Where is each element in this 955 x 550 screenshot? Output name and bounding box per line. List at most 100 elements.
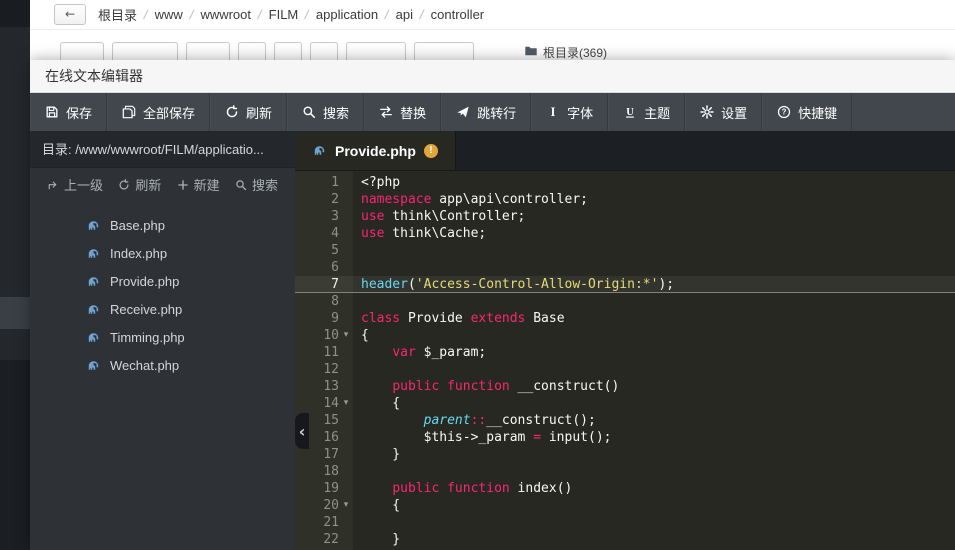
app-sidebar-active-item[interactable]: [0, 297, 30, 329]
line-number: 18: [295, 463, 339, 480]
collapse-panel-button[interactable]: ‹: [295, 413, 309, 449]
toolbar-button[interactable]: [310, 42, 338, 60]
code-token: extends: [471, 311, 526, 326]
file-item[interactable]: Base.php: [30, 211, 295, 239]
code-row: 19 public function index(): [295, 480, 955, 497]
theme-icon: U: [623, 105, 637, 119]
code-token: header: [361, 277, 408, 292]
settings-button[interactable]: 设置: [685, 93, 762, 131]
hotkeys-button[interactable]: ?快捷键: [762, 93, 852, 131]
file-name: Timming.php: [110, 330, 185, 345]
code-token: [361, 345, 392, 360]
breadcrumb-item[interactable]: www: [153, 7, 185, 22]
goto-line-button[interactable]: 跳转行: [441, 93, 531, 131]
file-item[interactable]: Provide.php: [30, 267, 295, 295]
toolbar-button[interactable]: [186, 42, 230, 60]
gutter-cell: 14▾: [295, 395, 353, 412]
breadcrumb-item[interactable]: application: [314, 7, 380, 22]
fold-spacer: [339, 208, 353, 225]
svg-text:U: U: [626, 107, 634, 118]
code-line: [353, 514, 955, 531]
replace-button[interactable]: 替换: [364, 93, 441, 131]
file-item[interactable]: Receive.php: [30, 295, 295, 323]
code-row: 8: [295, 293, 955, 310]
php-icon: [86, 247, 101, 260]
tab-label: Provide.php: [335, 143, 416, 159]
code-token: Provide: [400, 311, 470, 326]
php-icon: [86, 219, 101, 232]
breadcrumb-item[interactable]: wwwroot: [198, 7, 253, 22]
code-token: }: [361, 447, 400, 462]
fold-toggle-icon[interactable]: ▾: [339, 327, 353, 344]
fold-spacer: [339, 514, 353, 531]
line-number: 1: [295, 174, 339, 191]
code-editor[interactable]: 1<?php2namespace app\api\controller;3use…: [295, 171, 955, 550]
toolbar-button[interactable]: [238, 42, 266, 60]
search-button[interactable]: 搜索: [287, 93, 364, 131]
search-files-button-label: 搜索: [252, 175, 278, 194]
search-files-button[interactable]: 搜索: [235, 175, 278, 194]
fold-toggle-icon[interactable]: ▾: [339, 395, 353, 412]
new-file-button[interactable]: 新建: [177, 175, 220, 194]
gutter-cell: 2: [295, 191, 353, 208]
code-token: );: [658, 277, 674, 292]
editor-area: Provide.php ! 1<?php2namespace app\api\c…: [295, 131, 955, 550]
save-all-button-label: 全部保存: [143, 103, 195, 122]
code-token: $this->_param: [424, 430, 534, 445]
current-folder-label: 根目录(369): [524, 42, 607, 60]
code-token: __construct();: [486, 413, 596, 428]
file-name: Index.php: [110, 246, 167, 261]
breadcrumb-separator: /: [188, 7, 195, 22]
gutter-cell: 21: [295, 514, 353, 531]
fold-spacer: [339, 429, 353, 446]
breadcrumb-item[interactable]: controller: [429, 7, 486, 22]
toolbar-button[interactable]: [112, 42, 178, 60]
tab-provide-php[interactable]: Provide.php !: [295, 131, 456, 170]
fold-spacer: [339, 463, 353, 480]
toolbar-button[interactable]: [274, 42, 302, 60]
code-token: {: [361, 396, 400, 411]
code-row: 14▾ {: [295, 395, 955, 412]
breadcrumb-item[interactable]: 根目录: [96, 5, 139, 24]
gutter-cell: 9: [295, 310, 353, 327]
replace-icon: [379, 105, 393, 119]
code-line: {: [353, 327, 955, 344]
app-sidebar[interactable]: [0, 0, 30, 550]
code-token: Base: [525, 311, 564, 326]
code-token: public: [392, 481, 439, 496]
tab-bar: Provide.php !: [295, 131, 955, 171]
breadcrumb-item[interactable]: api: [394, 7, 415, 22]
fold-toggle-icon[interactable]: ▾: [339, 497, 353, 514]
code-token: [439, 481, 447, 496]
font-button[interactable]: I字体: [531, 93, 608, 131]
file-item[interactable]: Timming.php: [30, 323, 295, 351]
breadcrumb-item[interactable]: FILM: [267, 7, 301, 22]
refresh-button[interactable]: 刷新: [210, 93, 287, 131]
toolbar-button[interactable]: [60, 42, 104, 60]
code-line: class Provide extends Base: [353, 310, 955, 327]
file-item[interactable]: Wechat.php: [30, 351, 295, 379]
toolbar-button[interactable]: [346, 42, 406, 60]
save-all-button[interactable]: 全部保存: [107, 93, 210, 131]
svg-text:I: I: [551, 105, 556, 119]
code-row: 20▾ {: [295, 497, 955, 514]
code-token: }: [361, 532, 400, 547]
line-number: 14: [295, 395, 339, 412]
toolbar-button[interactable]: [414, 42, 474, 60]
back-button[interactable]: ←: [54, 4, 86, 25]
breadcrumb-separator: /: [256, 7, 263, 22]
file-item[interactable]: Index.php: [30, 239, 295, 267]
breadcrumb-separator: /: [142, 7, 149, 22]
search-icon: [235, 179, 247, 191]
code-row: 21: [295, 514, 955, 531]
refresh-files-button[interactable]: 刷新: [118, 175, 161, 194]
save-button[interactable]: 保存: [30, 93, 107, 131]
up-level-button[interactable]: 上一级: [47, 175, 103, 194]
code-token: public: [392, 379, 439, 394]
code-line: use think\Controller;: [353, 208, 955, 225]
file-name: Wechat.php: [110, 358, 179, 373]
code-token: index(): [510, 481, 573, 496]
gutter-cell: 7: [295, 276, 353, 292]
theme-button[interactable]: U主题: [608, 93, 685, 131]
line-number: 7: [295, 276, 339, 292]
